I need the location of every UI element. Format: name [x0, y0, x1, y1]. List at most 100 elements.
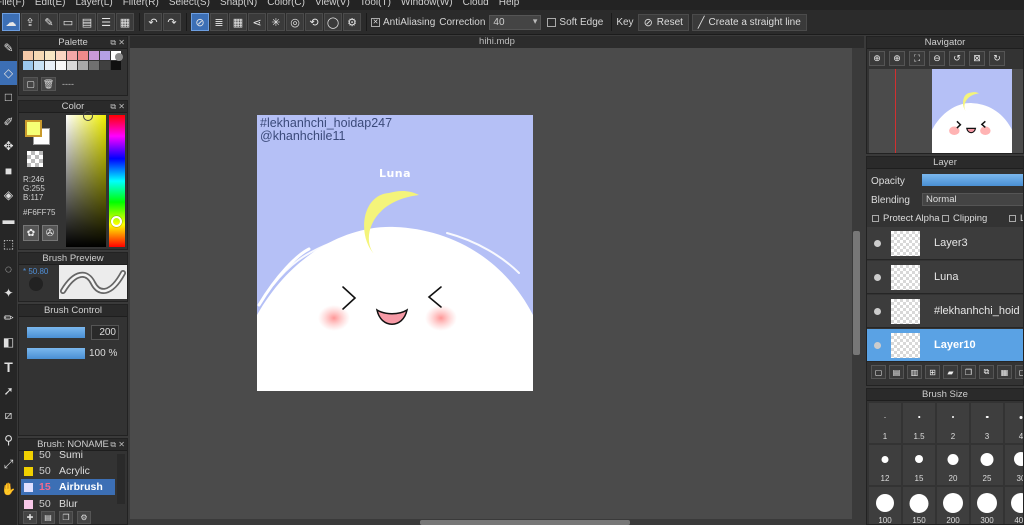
- rotate-right-icon[interactable]: ↻: [989, 51, 1005, 66]
- brush-size-cell[interactable]: 1.5: [903, 403, 935, 443]
- snap-off-icon[interactable]: ⊘: [191, 13, 209, 31]
- layer-row-layer10[interactable]: Layer10: [867, 329, 1023, 362]
- palette-swatch[interactable]: [45, 51, 55, 60]
- brush-item-sumi[interactable]: 50 Sumi: [21, 447, 115, 463]
- brush-size-slider[interactable]: [27, 327, 85, 338]
- brush-size-cell[interactable]: 4: [1005, 403, 1023, 443]
- delete-palette-icon[interactable]: 🗑: [41, 77, 56, 91]
- cloud-icon[interactable]: ☁: [2, 13, 20, 31]
- layer-more-icon[interactable]: ▢: [1015, 365, 1023, 379]
- vertical-scroll-thumb[interactable]: [853, 231, 860, 355]
- palette-swatch[interactable]: [89, 51, 99, 60]
- reset-button[interactable]: ⊘ Reset: [637, 13, 689, 31]
- canvas-vertical-scrollbar[interactable]: [852, 48, 862, 520]
- new-folder-icon[interactable]: ▰: [943, 365, 958, 379]
- add-brush-icon[interactable]: ✚: [23, 511, 37, 524]
- palette-swatch[interactable]: [56, 61, 66, 70]
- palette-swatch[interactable]: [78, 51, 88, 60]
- saturation-value-picker[interactable]: [66, 115, 106, 247]
- zoom-out-icon[interactable]: ⊖: [929, 51, 945, 66]
- brush-size-cell[interactable]: 30: [1005, 445, 1023, 485]
- brush-size-cell[interactable]: 15: [903, 445, 935, 485]
- grid-chart-icon[interactable]: ▦: [116, 13, 134, 31]
- snap-settings-icon[interactable]: ⚙: [343, 13, 361, 31]
- menu-color[interactable]: Color(C): [267, 0, 305, 8]
- zoom-tool-icon[interactable]: ⤢: [0, 453, 17, 478]
- brush-size-cell[interactable]: 400: [1005, 487, 1023, 524]
- palette-swatch[interactable]: [100, 51, 110, 60]
- rotate-left-icon[interactable]: ↺: [949, 51, 965, 66]
- rect-select-icon[interactable]: □: [0, 85, 17, 110]
- palette-swatch[interactable]: [89, 61, 99, 70]
- magic-wand-icon[interactable]: ✦: [0, 281, 17, 306]
- fill-tool-icon[interactable]: ◈: [0, 183, 17, 208]
- brush-list-scrollbar[interactable]: [117, 454, 125, 504]
- merge-down-icon[interactable]: ⧉: [979, 365, 994, 379]
- brush-menu-icon[interactable]: ▤: [41, 511, 55, 524]
- layer-opacity-slider[interactable]: [922, 174, 1023, 186]
- correction-select[interactable]: 40: [489, 14, 542, 30]
- menu-cloud[interactable]: Cloud: [463, 0, 489, 8]
- brush-size-cell[interactable]: 2: [937, 403, 969, 443]
- palette-scroll-knob[interactable]: [115, 53, 123, 61]
- palette-swatch[interactable]: [78, 61, 88, 70]
- menu-help[interactable]: Help: [499, 0, 520, 8]
- saturation-cursor[interactable]: [83, 111, 93, 121]
- visibility-icon[interactable]: [874, 341, 881, 349]
- layer-row-layer3[interactable]: Layer3: [867, 227, 1023, 260]
- snap-circle-icon[interactable]: ◎: [286, 13, 304, 31]
- new-halftone-layer-icon[interactable]: ▤: [889, 365, 904, 379]
- brush-size-cell[interactable]: 1: [869, 403, 901, 443]
- pen-tool-icon[interactable]: ✎: [0, 36, 17, 61]
- straight-line-button[interactable]: ╱ Create a straight line: [691, 13, 807, 31]
- foreground-color-swatch[interactable]: [25, 120, 42, 137]
- new-8bit-layer-icon[interactable]: ▥: [907, 365, 922, 379]
- duplicate-layer-icon[interactable]: ❐: [961, 365, 976, 379]
- snap-radial-icon[interactable]: ✳: [267, 13, 285, 31]
- share-icon[interactable]: ⇪: [21, 13, 39, 31]
- color-palette-icon[interactable]: ✿: [23, 225, 39, 241]
- layer-row-luna[interactable]: Luna: [867, 261, 1023, 294]
- layer-row-watermark[interactable]: #lekhanhchi_hoid: [867, 295, 1023, 328]
- menu-file[interactable]: File(F): [0, 0, 25, 8]
- fit-screen-icon[interactable]: ⛶: [909, 51, 925, 66]
- eyedropper-icon[interactable]: ⚲: [0, 428, 17, 453]
- horizontal-scroll-thumb[interactable]: [420, 520, 630, 525]
- divide-tool-icon[interactable]: ⧄: [0, 404, 17, 429]
- brush-size-cell[interactable]: 200: [937, 487, 969, 524]
- layer-settings-icon[interactable]: ▦: [997, 365, 1012, 379]
- brush-settings-icon[interactable]: ⚙: [77, 511, 91, 524]
- select-pen-icon[interactable]: ✏: [0, 306, 17, 331]
- lock-checkbox[interactable]: L: [1009, 213, 1023, 224]
- panel-controls-icon[interactable]: ⧉ ✕: [110, 37, 125, 49]
- menu-edit[interactable]: Edit(E): [35, 0, 66, 8]
- brush-item-airbrush[interactable]: 15 Airbrush: [21, 479, 115, 495]
- undo-icon[interactable]: ↶: [144, 13, 162, 31]
- antialiasing-checkbox[interactable]: ✕: [371, 17, 380, 27]
- brush-size-cell[interactable]: 25: [971, 445, 1003, 485]
- brush-item-blur[interactable]: 50 Blur: [21, 496, 115, 512]
- visibility-icon[interactable]: [874, 239, 881, 247]
- fit-window-icon[interactable]: ⊠: [969, 51, 985, 66]
- palette-swatch[interactable]: [34, 51, 44, 60]
- brush-size-cell[interactable]: 3: [971, 403, 1003, 443]
- palette-swatch[interactable]: [111, 61, 121, 70]
- zoom-in-alt-icon[interactable]: ⊕: [889, 51, 905, 66]
- menu-filter[interactable]: Filter(R): [123, 0, 159, 8]
- palette-swatch[interactable]: [56, 51, 66, 60]
- transparent-color-swatch[interactable]: [27, 151, 43, 167]
- snap-curve-icon[interactable]: ⟲: [305, 13, 323, 31]
- brush-tool-icon[interactable]: ✐: [0, 110, 17, 135]
- comment-icon[interactable]: ✎: [40, 13, 58, 31]
- artwork-canvas[interactable]: #lekhanhchi_hoidap247 @khanhchile11 Luna: [257, 115, 533, 391]
- lasso-tool-icon[interactable]: ◌: [0, 257, 17, 282]
- hand-tool-icon[interactable]: ✋: [0, 477, 17, 502]
- panel-controls-icon[interactable]: ⧉ ✕: [110, 101, 125, 113]
- gradient-tool-icon[interactable]: ▬: [0, 208, 17, 233]
- palette-swatch[interactable]: [45, 61, 55, 70]
- palette-swatch[interactable]: [23, 61, 33, 70]
- zoom-in-icon[interactable]: ⊕: [869, 51, 885, 66]
- new-palette-icon[interactable]: ▢: [23, 77, 38, 91]
- clipping-checkbox[interactable]: Clipping: [942, 213, 987, 224]
- chat-icon[interactable]: ▭: [59, 13, 77, 31]
